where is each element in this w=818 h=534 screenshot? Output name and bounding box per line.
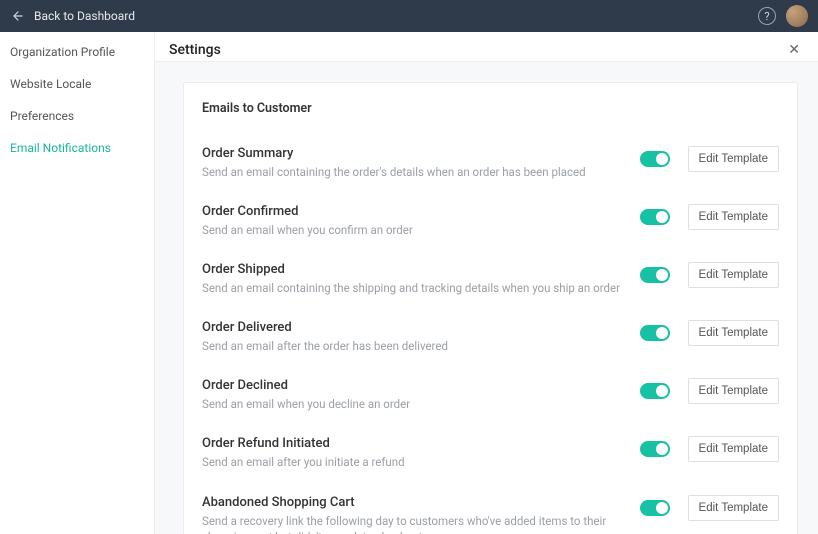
toggle-abandoned-shopping-cart[interactable]	[640, 500, 670, 516]
row-abandoned-shopping-cart: Abandoned Shopping Cart Send a recovery …	[202, 483, 779, 534]
row-order-summary: Order Summary Send an email containing t…	[202, 134, 779, 192]
row-desc: Send an email containing the shipping an…	[202, 280, 624, 296]
sidebar-item-preferences[interactable]: Preferences	[0, 100, 154, 132]
row-text: Order Declined Send an email when you de…	[202, 378, 624, 412]
main: Settings ✕ Emails to Customer Order Summ…	[155, 32, 818, 534]
row-desc: Send an email when you decline an order	[202, 396, 624, 412]
sidebar: Organization Profile Website Locale Pref…	[0, 32, 155, 534]
sidebar-item-label: Website Locale	[10, 77, 91, 91]
row-title: Order Confirmed	[202, 204, 624, 219]
close-icon[interactable]: ✕	[784, 41, 804, 59]
edit-template-button[interactable]: Edit Template	[688, 495, 779, 521]
toggle-knob	[656, 153, 668, 165]
row-title: Order Summary	[202, 146, 624, 161]
help-icon[interactable]: ?	[758, 7, 776, 25]
edit-template-button[interactable]: Edit Template	[688, 262, 779, 288]
toggle-order-summary[interactable]	[640, 151, 670, 167]
toggle-order-confirmed[interactable]	[640, 209, 670, 225]
toggle-order-shipped[interactable]	[640, 267, 670, 283]
toggle-order-declined[interactable]	[640, 383, 670, 399]
edit-template-button[interactable]: Edit Template	[688, 320, 779, 346]
sidebar-item-label: Email Notifications	[10, 141, 111, 155]
row-order-shipped: Order Shipped Send an email containing t…	[202, 250, 779, 308]
edit-template-button[interactable]: Edit Template	[688, 146, 779, 172]
row-order-declined: Order Declined Send an email when you de…	[202, 366, 779, 424]
row-controls: Edit Template	[640, 495, 779, 521]
row-desc: Send an email after the order has been d…	[202, 338, 624, 354]
section-title: Emails to Customer	[202, 101, 779, 116]
row-controls: Edit Template	[640, 262, 779, 288]
toggle-knob	[656, 211, 668, 223]
back-label: Back to Dashboard	[34, 9, 135, 23]
row-text: Order Shipped Send an email containing t…	[202, 262, 624, 296]
row-text: Order Summary Send an email containing t…	[202, 146, 624, 180]
sidebar-item-organization-profile[interactable]: Organization Profile	[0, 36, 154, 68]
content-scroll[interactable]: Emails to Customer Order Summary Send an…	[155, 62, 818, 534]
toggle-order-delivered[interactable]	[640, 325, 670, 341]
toggle-knob	[656, 385, 668, 397]
row-desc: Send an email when you confirm an order	[202, 222, 624, 238]
row-title: Order Refund Initiated	[202, 436, 624, 451]
toggle-knob	[656, 502, 668, 514]
avatar[interactable]	[786, 5, 808, 27]
row-controls: Edit Template	[640, 436, 779, 462]
topbar-right: ?	[758, 5, 808, 27]
toggle-order-refund-initiated[interactable]	[640, 441, 670, 457]
row-controls: Edit Template	[640, 146, 779, 172]
toggle-knob	[656, 327, 668, 339]
row-text: Abandoned Shopping Cart Send a recovery …	[202, 495, 624, 534]
row-controls: Edit Template	[640, 378, 779, 404]
body: Organization Profile Website Locale Pref…	[0, 32, 818, 534]
row-controls: Edit Template	[640, 320, 779, 346]
sidebar-item-label: Preferences	[10, 109, 74, 123]
page-title: Settings	[169, 42, 221, 58]
row-desc: Send a recovery link the following day t…	[202, 513, 624, 534]
edit-template-button[interactable]: Edit Template	[688, 204, 779, 230]
toggle-knob	[656, 443, 668, 455]
row-order-confirmed: Order Confirmed Send an email when you c…	[202, 192, 779, 250]
emails-card: Emails to Customer Order Summary Send an…	[183, 82, 798, 534]
edit-template-button[interactable]: Edit Template	[688, 378, 779, 404]
arrow-left-icon	[10, 8, 26, 24]
main-header: Settings ✕	[155, 32, 818, 62]
row-title: Order Declined	[202, 378, 624, 393]
row-controls: Edit Template	[640, 204, 779, 230]
row-desc: Send an email containing the order's det…	[202, 164, 624, 180]
row-text: Order Delivered Send an email after the …	[202, 320, 624, 354]
row-order-delivered: Order Delivered Send an email after the …	[202, 308, 779, 366]
row-title: Order Shipped	[202, 262, 624, 277]
edit-template-button[interactable]: Edit Template	[688, 436, 779, 462]
sidebar-item-label: Organization Profile	[10, 45, 115, 59]
row-title: Order Delivered	[202, 320, 624, 335]
row-text: Order Confirmed Send an email when you c…	[202, 204, 624, 238]
toggle-knob	[656, 269, 668, 281]
back-to-dashboard[interactable]: Back to Dashboard	[10, 8, 135, 24]
row-desc: Send an email after you initiate a refun…	[202, 454, 624, 470]
row-text: Order Refund Initiated Send an email aft…	[202, 436, 624, 470]
row-order-refund-initiated: Order Refund Initiated Send an email aft…	[202, 424, 779, 482]
row-title: Abandoned Shopping Cart	[202, 495, 624, 510]
sidebar-item-website-locale[interactable]: Website Locale	[0, 68, 154, 100]
topbar: Back to Dashboard ?	[0, 0, 818, 32]
sidebar-item-email-notifications[interactable]: Email Notifications	[0, 132, 154, 164]
